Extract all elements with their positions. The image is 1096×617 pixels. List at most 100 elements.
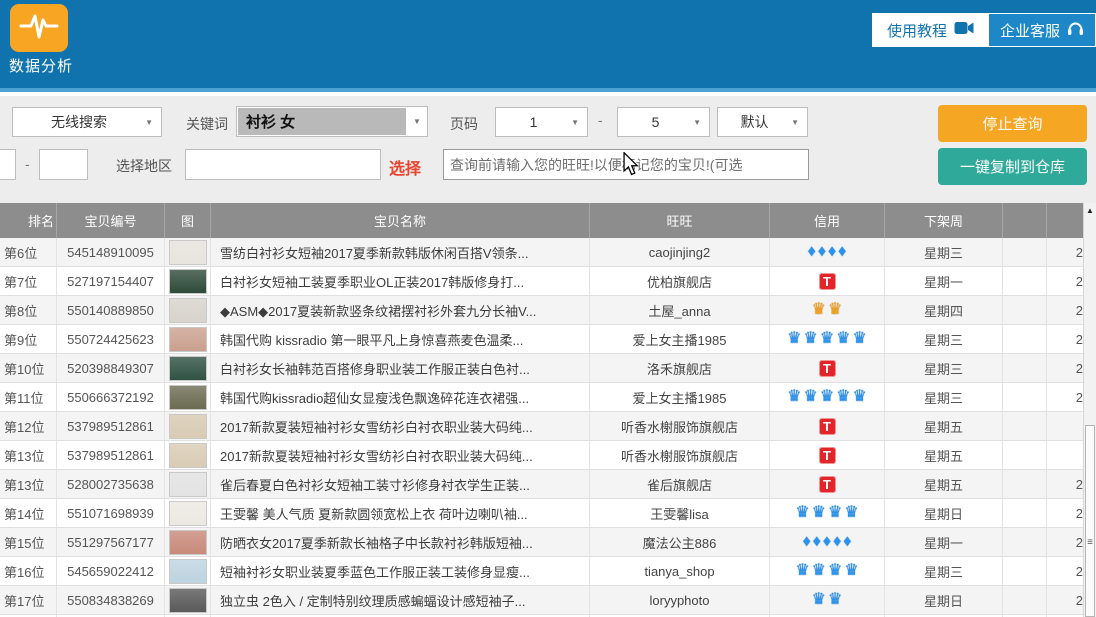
rank-cell: 第9位: [0, 325, 57, 353]
table-row[interactable]: 第13位 537989512861 2017新款夏装短袖衬衫女雪纺衫白衬衣职业装…: [0, 441, 1096, 470]
product-thumbnail: [169, 327, 207, 352]
page-from-select[interactable]: 1 ▼: [495, 107, 588, 137]
table-row[interactable]: 第10位 520398849307 白衬衫女长袖韩范百搭修身职业装工作服正装白色…: [0, 354, 1096, 383]
table-row[interactable]: 第16位 545659022412 短袖衬衫女职业装夏季蓝色工作服正装工装修身显…: [0, 557, 1096, 586]
credit-cell: ♛♛: [770, 586, 885, 614]
blue-diamond-icon: ♦: [838, 244, 846, 260]
page-range-separator: -: [598, 112, 603, 128]
page-from-value: 1: [496, 114, 571, 130]
blue-crown-icon: ♛: [812, 592, 826, 608]
header-item-name[interactable]: 宝贝名称: [211, 203, 590, 238]
table-body: 第6位 545148910095 雪纺白衬衫女短袖2017夏季新款韩版休闲百搭V…: [0, 238, 1096, 617]
filter-panel: 无线搜索 ▼ 关键词 衬衫 女 ▼ 页码 1 ▼ - 5 ▼ 默认 ▼ 停止查询…: [0, 96, 1096, 203]
scrollbar-thumb[interactable]: ≡: [1085, 425, 1095, 617]
gold-crown-icon: ♛: [812, 302, 826, 318]
item-id-cell: 550666372192: [57, 383, 165, 411]
credit-cell: T: [770, 470, 885, 498]
page-to-value: 5: [618, 114, 693, 130]
table-row[interactable]: 第15位 551297567177 防晒衣女2017夏季新款长袖格子中长款衬衫韩…: [0, 528, 1096, 557]
region-input[interactable]: [185, 149, 381, 180]
header-rank[interactable]: 排名: [0, 203, 57, 238]
table-row[interactable]: 第7位 527197154407 白衬衫女短袖工装夏季职业OL正装2017韩版修…: [0, 267, 1096, 296]
item-id-cell: 550140889850: [57, 296, 165, 324]
table-row[interactable]: 第8位 550140889850 ◆ASM◆2017夏装新款竖条纹裙摆衬衫外套九…: [0, 296, 1096, 325]
table-row[interactable]: 第6位 545148910095 雪纺白衬衫女短袖2017夏季新款韩版休闲百搭V…: [0, 238, 1096, 267]
up-arrow-icon[interactable]: ▲: [1084, 206, 1096, 215]
search-type-select[interactable]: 无线搜索 ▼: [12, 107, 162, 137]
search-type-value: 无线搜索: [13, 112, 145, 132]
header-offshelf-week[interactable]: 下架周: [885, 203, 1003, 238]
rank-cell: 第16位: [0, 557, 57, 585]
keyword-combobox[interactable]: 衬衫 女 ▼: [236, 106, 428, 137]
item-name-cell: 韩国代购 kissradio 第一眼平凡上身惊喜燕麦色温柔...: [211, 325, 590, 353]
price-from-input[interactable]: [0, 149, 16, 180]
chevron-down-icon: ▼: [791, 118, 807, 127]
price-to-input[interactable]: [39, 149, 88, 180]
offshelf-week-cell: 星期三: [885, 383, 1003, 411]
table-row[interactable]: 第11位 550666372192 韩国代购kissradio超仙女显瘦浅色飘逸…: [0, 383, 1096, 412]
header-wangwang[interactable]: 旺旺: [590, 203, 770, 238]
keyword-value: 衬衫 女: [238, 108, 406, 135]
rank-cell: 第12位: [0, 412, 57, 440]
offshelf-week-cell: 星期三: [885, 238, 1003, 266]
table-row[interactable]: 第14位 551071698939 王雯馨 美人气质 夏新款圆领宽松上衣 荷叶边…: [0, 499, 1096, 528]
results-table: 排名 宝贝编号 图 宝贝名称 旺旺 信用 下架周 第6位 54514891009…: [0, 203, 1096, 617]
extra-cell-1: [1003, 412, 1047, 440]
sort-mode-select[interactable]: 默认 ▼: [717, 107, 808, 137]
rank-cell: 第13位: [0, 441, 57, 469]
table-row[interactable]: 第9位 550724425623 韩国代购 kissradio 第一眼平凡上身惊…: [0, 325, 1096, 354]
header-item-id[interactable]: 宝贝编号: [57, 203, 165, 238]
item-id-cell: 551297567177: [57, 528, 165, 556]
credit-cell: T: [770, 267, 885, 295]
item-name-cell: 独立虫 2色入 / 定制特别纹理质感蝙蝠设计感短袖子...: [211, 586, 590, 614]
page-to-select[interactable]: 5 ▼: [617, 107, 710, 137]
rank-cell: 第17位: [0, 586, 57, 614]
offshelf-week-cell: 星期一: [885, 528, 1003, 556]
product-thumbnail: [169, 588, 207, 613]
tutorial-button[interactable]: 使用教程: [873, 14, 988, 46]
customer-service-button[interactable]: 企业客服: [988, 14, 1095, 46]
region-label: 选择地区: [116, 156, 172, 176]
thumbnail-cell: [165, 412, 211, 440]
header-extra-1[interactable]: [1003, 203, 1047, 238]
wangwang-cell: 土屋_anna: [590, 296, 770, 324]
credit-cell: T: [770, 441, 885, 469]
rank-cell: 第10位: [0, 354, 57, 382]
item-name-cell: 短袖衬衫女职业装夏季蓝色工作服正装工装修身显瘦...: [211, 557, 590, 585]
credit-cell: ♛♛♛♛♛: [770, 383, 885, 411]
blue-crown-icon: ♛: [795, 505, 809, 521]
vertical-scrollbar[interactable]: ▲ ≡: [1083, 203, 1096, 617]
item-id-cell: 545148910095: [57, 238, 165, 266]
product-thumbnail: [169, 530, 207, 555]
blue-diamond-icon: ♦: [808, 244, 816, 260]
header-credit[interactable]: 信用: [770, 203, 885, 238]
blue-crown-icon: ♛: [844, 563, 858, 579]
table-row[interactable]: 第17位 550834838269 独立虫 2色入 / 定制特别纹理质感蝙蝠设计…: [0, 586, 1096, 615]
blue-diamond-icon: ♦: [818, 244, 826, 260]
wangwang-cell: 听香水榭服饰旗舰店: [590, 412, 770, 440]
item-name-cell: 雪纺白衬衫女短袖2017夏季新款韩版休闲百搭V领条...: [211, 238, 590, 266]
pulse-icon: [18, 9, 60, 48]
rank-cell: 第7位: [0, 267, 57, 295]
page-label: 页码: [450, 114, 478, 134]
header-image[interactable]: 图: [165, 203, 211, 238]
offshelf-week-cell: 星期三: [885, 325, 1003, 353]
table-row[interactable]: 第13位 528002735638 雀后春夏白色衬衫女短袖工装寸衫修身衬衣学生正…: [0, 470, 1096, 499]
stop-query-button[interactable]: 停止查询: [938, 105, 1087, 142]
product-thumbnail: [169, 269, 207, 294]
copy-to-warehouse-button[interactable]: 一键复制到仓库: [938, 148, 1087, 185]
blue-diamond-icon: ♦: [813, 534, 821, 550]
region-pick-link[interactable]: 选择: [389, 155, 421, 179]
wangwang-input[interactable]: [443, 149, 809, 180]
thumbnail-cell: [165, 267, 211, 295]
thumbnail-cell: [165, 325, 211, 353]
tmall-icon: T: [819, 476, 836, 493]
table-row[interactable]: 第12位 537989512861 2017新款夏装短袖衬衫女雪纺衫白衬衣职业装…: [0, 412, 1096, 441]
blue-crown-icon: ♛: [820, 331, 834, 347]
item-id-cell: 537989512861: [57, 441, 165, 469]
thumbnail-cell: [165, 354, 211, 382]
blue-crown-icon: ♛: [853, 389, 867, 405]
thumbnail-cell: [165, 296, 211, 324]
blue-crown-icon: ♛: [836, 331, 850, 347]
blue-crown-icon: ♛: [836, 389, 850, 405]
